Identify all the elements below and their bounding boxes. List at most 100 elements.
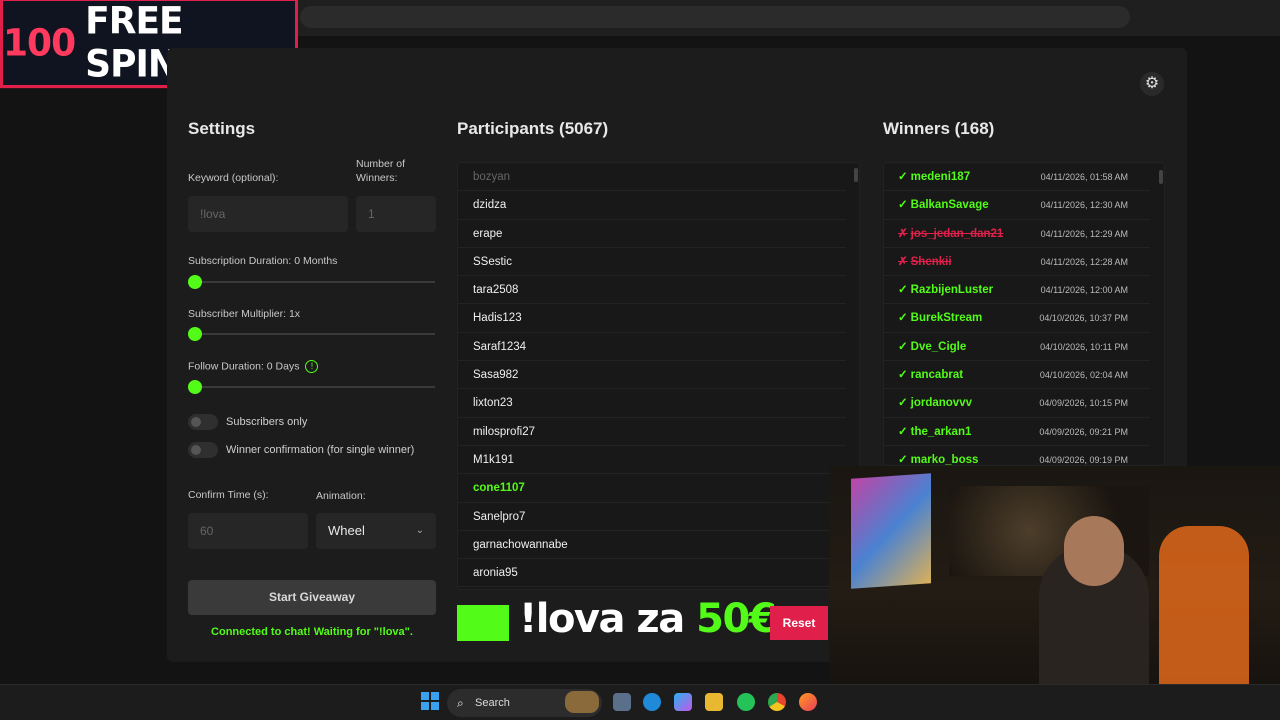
winner-date: 04/11/2026, 12:00 AM [1040, 285, 1128, 296]
reset-button[interactable]: Reset [770, 606, 828, 640]
winner-row[interactable]: ✗ jos_jedan_dan21 04/11/2026, 12:29 AM [884, 220, 1150, 248]
confirm-time-label: Confirm Time (s): [188, 489, 269, 501]
participant-row[interactable]: aronia95 [458, 559, 846, 588]
whatsapp-icon[interactable] [737, 693, 755, 711]
winner-username: Dve_Cigle [910, 340, 967, 353]
chrome-icon[interactable] [768, 693, 786, 711]
tv-screen [851, 473, 931, 589]
winner-date: 04/10/2026, 10:11 PM [1040, 341, 1128, 352]
animation-value: Wheel [328, 523, 365, 538]
task-view-icon[interactable] [613, 693, 631, 711]
winner-username: marko_boss [910, 453, 979, 466]
keyword-input[interactable]: !lova [188, 196, 348, 232]
participant-row[interactable]: bozyan [458, 163, 846, 192]
widget-icon[interactable] [565, 691, 599, 713]
winner-date: 04/11/2026, 12:30 AM [1040, 200, 1128, 211]
winner-row[interactable]: ✓ rancabrat 04/10/2026, 02:04 AM [884, 361, 1150, 390]
participant-row[interactable]: SSestic [458, 248, 846, 277]
participant-row[interactable]: Sasa982 [458, 361, 846, 390]
winner-username: RazbijenLuster [910, 284, 994, 297]
participant-row[interactable]: lixton23 [458, 389, 846, 418]
participant-row[interactable]: Saraf1234 [458, 333, 846, 362]
winner-row[interactable]: ✓ medeni187 04/11/2026, 01:58 AM [884, 163, 1150, 192]
check-icon: ✓ [898, 369, 908, 382]
winner-row[interactable]: ✓ BalkanSavage 04/11/2026, 12:30 AM [884, 191, 1150, 220]
participants-list[interactable]: bozyan dzidza erape SSestic tara2508 Hadis123… [457, 162, 860, 590]
subscription-duration-slider[interactable] [188, 275, 202, 289]
winners-list[interactable]: ✓ medeni187 04/11/2026, 01:58 AM ✓ BalkanSav… [883, 162, 1165, 466]
participant-row[interactable]: Sanelpro7 [458, 503, 846, 531]
winner-date: 04/09/2026, 10:15 PM [1039, 398, 1128, 409]
winner-name: ✓ RazbijenLuster [898, 276, 993, 303]
subscribers-only-label: Subscribers only [226, 416, 308, 428]
winner-display [457, 605, 509, 641]
winner-username: BurekStream [910, 312, 983, 325]
address-bar[interactable] [300, 6, 1130, 28]
subscription-duration-track[interactable] [195, 281, 435, 283]
firefox-icon[interactable] [799, 693, 817, 711]
winner-username: Shenkii [910, 255, 952, 268]
settings-title: Settings [188, 119, 256, 138]
winners-count-input[interactable]: 1 [356, 196, 436, 232]
participant-row[interactable]: tara2508 [458, 276, 846, 305]
gear-icon[interactable]: ⚙ [1140, 72, 1164, 96]
winner-username: medeni187 [910, 171, 971, 183]
winner-name: ✓ medeni187 [898, 163, 970, 190]
windows-start-icon[interactable] [421, 692, 439, 710]
edge-browser-icon[interactable] [643, 693, 661, 711]
winner-row[interactable]: ✓ RazbijenLuster 04/11/2026, 12:00 AM [884, 276, 1150, 305]
winner-date: 04/10/2026, 10:37 PM [1039, 313, 1128, 324]
check-icon: ✓ [898, 425, 908, 438]
check-icon: ✓ [898, 340, 908, 353]
participant-row[interactable]: M1k191 [458, 446, 846, 475]
participants-scrollbar[interactable] [854, 168, 858, 182]
follow-duration-slider[interactable] [188, 380, 202, 394]
info-icon[interactable]: ! [305, 360, 319, 373]
file-explorer-icon[interactable] [705, 693, 723, 711]
animation-select[interactable]: Wheel ⌄ [316, 513, 436, 549]
participant-row[interactable]: cone1107 [458, 474, 846, 503]
winner-name: ✓ BurekStream [898, 304, 982, 331]
subscriber-multiplier-slider[interactable] [188, 327, 202, 341]
winner-row[interactable]: ✓ marko_boss 04/09/2026, 09:19 PM [884, 446, 1150, 466]
winner-date: 04/11/2026, 12:28 AM [1040, 256, 1128, 267]
search-icon: ⌕ [457, 696, 464, 710]
winner-confirmation-toggle[interactable] [188, 442, 218, 458]
participant-row[interactable]: garnachowannabe [458, 531, 846, 560]
participant-row[interactable]: milosprofi27 [458, 418, 846, 446]
winner-row[interactable]: ✓ jordanovvv 04/09/2026, 10:15 PM [884, 389, 1150, 418]
winner-username: the_arkan1 [910, 425, 972, 438]
winner-name: ✓ rancabrat [898, 361, 963, 388]
subscriber-multiplier-label: Subscriber Multiplier: 1x [188, 308, 301, 320]
winners-title: Winners (168) [883, 119, 995, 138]
start-giveaway-button[interactable]: Start Giveaway [188, 580, 436, 615]
winner-row[interactable]: ✓ the_arkan1 04/09/2026, 09:21 PM [884, 418, 1150, 446]
follow-duration-label: Follow Duration: 0 Days! [188, 360, 319, 373]
participant-row[interactable]: Hadis123 [458, 304, 846, 333]
subscribers-only-toggle[interactable] [188, 414, 218, 430]
follow-duration-track[interactable] [195, 386, 435, 388]
participant-row[interactable]: dzidza [458, 191, 846, 220]
cross-icon: ✗ [898, 255, 908, 268]
confirm-time-input[interactable]: 60 [188, 513, 308, 549]
webcam-feed [829, 466, 1280, 720]
subscriber-multiplier-track[interactable] [195, 333, 435, 335]
winners-count-label-line2: Winners: [356, 172, 398, 184]
check-icon: ✓ [898, 312, 908, 325]
winner-row[interactable]: ✗ Shenkii 04/11/2026, 12:28 AM [884, 248, 1150, 277]
winner-name: ✗ jos_jedan_dan21 [898, 220, 1003, 247]
winner-row[interactable]: ✓ BurekStream 04/10/2026, 10:37 PM [884, 304, 1150, 333]
winners-scrollbar[interactable] [1159, 170, 1163, 184]
participants-title: Participants (5067) [457, 119, 609, 138]
winner-name: ✓ marko_boss [898, 446, 979, 466]
animation-label: Animation: [316, 490, 366, 502]
winners-count-label-line1: Number of [356, 158, 406, 170]
winner-row[interactable]: ✓ Dve_Cigle 04/10/2026, 10:11 PM [884, 333, 1150, 362]
check-icon: ✓ [898, 199, 908, 212]
winner-confirmation-label: Winner confirmation (for single winner) [226, 444, 415, 456]
participant-row[interactable]: erape [458, 220, 846, 248]
promo-bar: !lova za 50€ Reset [457, 596, 829, 642]
winner-date: 04/09/2026, 09:21 PM [1039, 426, 1128, 437]
copilot-icon[interactable] [674, 693, 692, 711]
subscription-duration-label: Subscription Duration: 0 Months [188, 255, 338, 267]
